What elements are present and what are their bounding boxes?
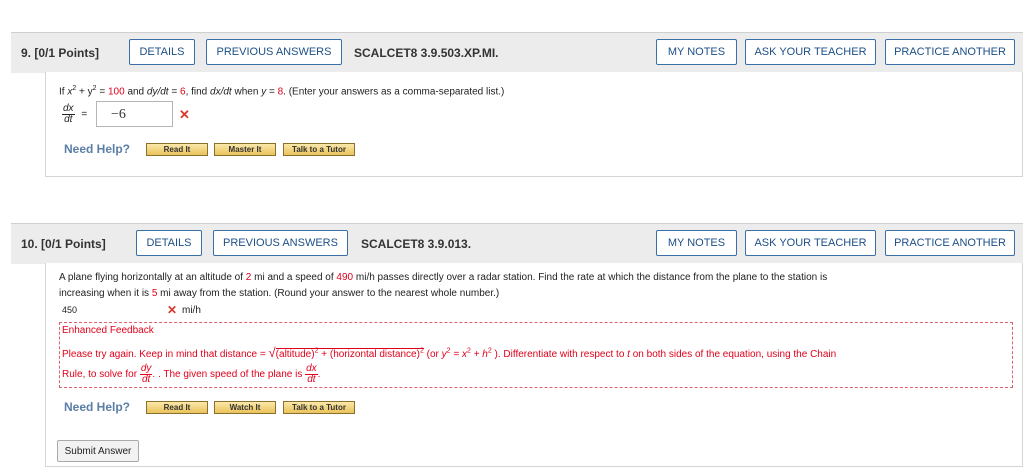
- q9-my-notes-button[interactable]: MY NOTES: [656, 39, 737, 65]
- q10-ask-teacher-button[interactable]: ASK YOUR TEACHER: [745, 230, 876, 256]
- q10-need-help: Need Help?: [64, 400, 131, 414]
- q9-ask-teacher-button[interactable]: ASK YOUR TEACHER: [745, 39, 876, 65]
- q10-talk-tutor-button[interactable]: Talk to a Tutor: [283, 401, 355, 414]
- q10-watch-it-button[interactable]: Watch It: [214, 401, 276, 414]
- q9-talk-tutor-button[interactable]: Talk to a Tutor: [283, 143, 355, 156]
- q10-my-notes-button[interactable]: MY NOTES: [656, 230, 737, 256]
- q9-prompt: If x2 + y2 = 100 and dy/dt = 6, find dx/…: [59, 85, 505, 98]
- q9-fraction: dx dt =: [62, 103, 88, 125]
- q9-header: 9. [0/1 Points] DETAILS PREVIOUS ANSWERS…: [11, 32, 1023, 73]
- q9-need-help: Need Help?: [64, 142, 131, 156]
- q10-unit: mi/h: [182, 305, 201, 316]
- q9-details-button[interactable]: DETAILS: [129, 39, 195, 65]
- q9-answer-input[interactable]: −6: [96, 101, 173, 127]
- feedback-title: Enhanced Feedback: [62, 325, 154, 336]
- q9-master-it-button[interactable]: Master It: [214, 143, 276, 156]
- q10-practice-another-button[interactable]: PRACTICE ANOTHER: [885, 230, 1015, 256]
- q9-practice-another-button[interactable]: PRACTICE ANOTHER: [885, 39, 1015, 65]
- q10-read-it-button[interactable]: Read It: [146, 401, 208, 414]
- q10-details-button[interactable]: DETAILS: [136, 230, 202, 256]
- q10-previous-answers-button[interactable]: PREVIOUS ANSWERS: [213, 230, 348, 256]
- q10-prompt-line2: increasing when it is 5 mi away from the…: [59, 288, 500, 299]
- incorrect-icon: ✕: [179, 107, 190, 122]
- q10-header: 10. [0/1 Points] DETAILS PREVIOUS ANSWER…: [11, 223, 1023, 264]
- incorrect-icon: ✕: [167, 303, 178, 317]
- q10-code: SCALCET8 3.9.013.: [361, 237, 472, 251]
- q10-number: 10. [0/1 Points]: [21, 237, 106, 251]
- q9-code: SCALCET8 3.9.503.XP.MI.: [354, 46, 499, 60]
- enhanced-feedback-box: Enhanced Feedback Please try again. Keep…: [59, 322, 1013, 388]
- q10-answer-value[interactable]: 450: [62, 305, 77, 315]
- q9-previous-answers-button[interactable]: PREVIOUS ANSWERS: [206, 39, 342, 65]
- submit-answer-button[interactable]: Submit Answer: [57, 440, 139, 462]
- q9-read-it-button[interactable]: Read It: [146, 143, 208, 156]
- q10-prompt-line1: A plane flying horizontally at an altitu…: [59, 272, 828, 283]
- feedback-line2: Rule, to solve for dy dt. . The given spe…: [62, 363, 321, 385]
- feedback-line1: Please try again. Keep in mind that dist…: [62, 345, 837, 360]
- q9-number: 9. [0/1 Points]: [21, 46, 100, 60]
